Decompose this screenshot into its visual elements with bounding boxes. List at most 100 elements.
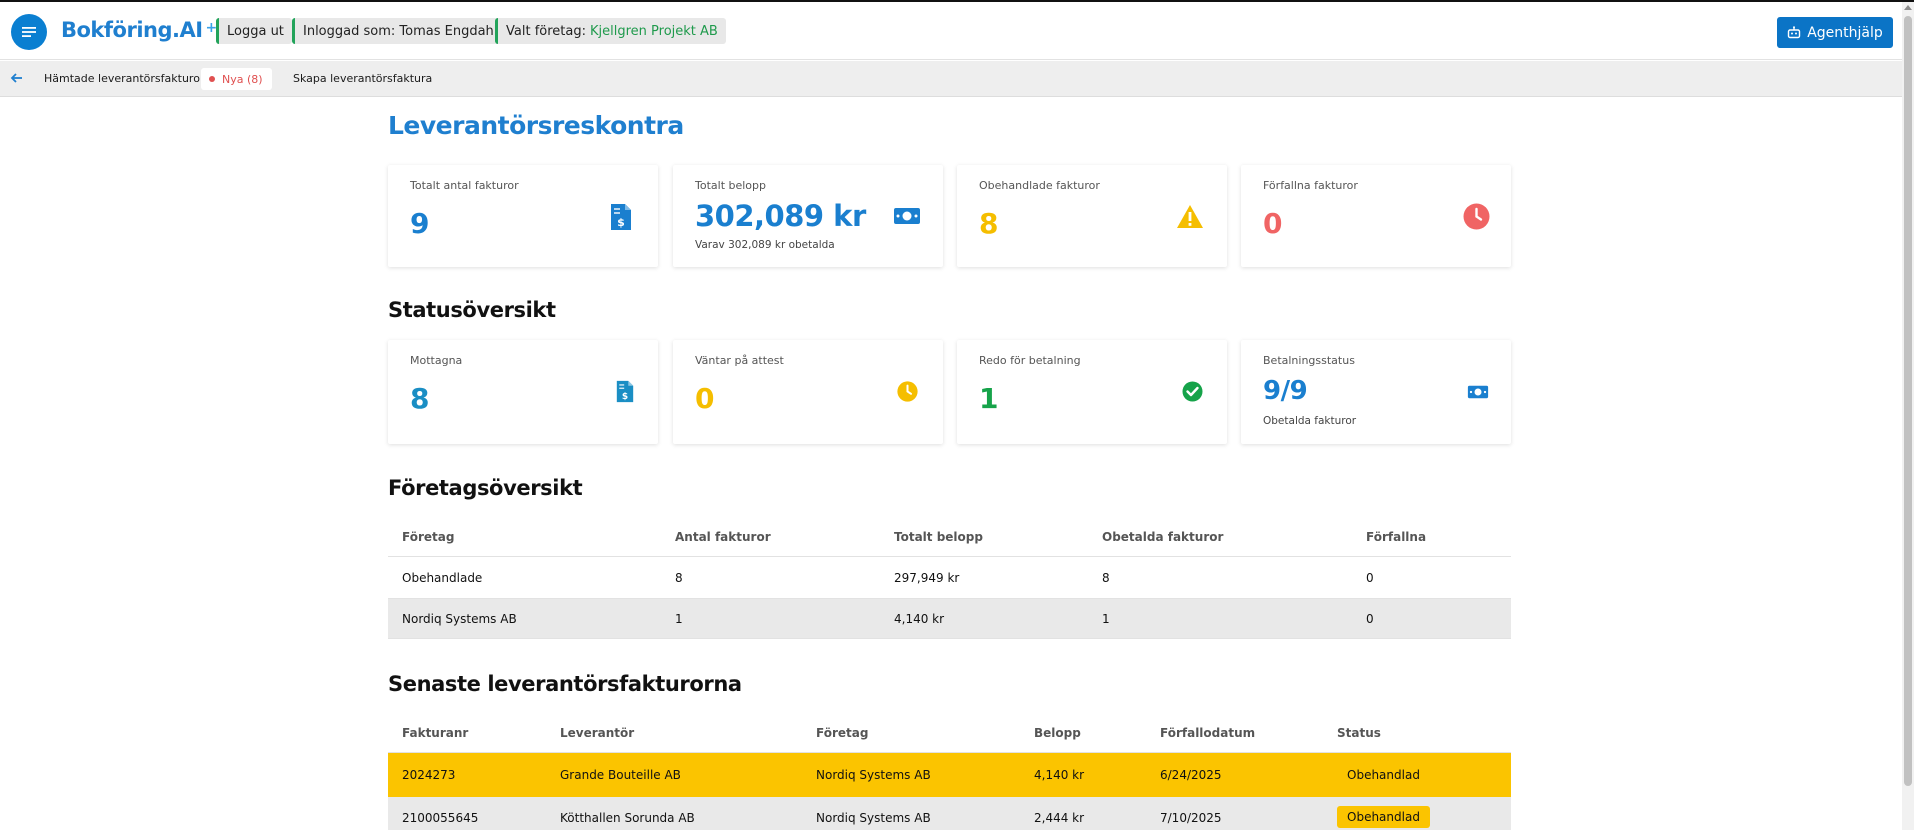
card-subtext: Varav 302,089 kr obetalda [695, 239, 835, 251]
recent-invoices-table: Fakturanr Leverantör Företag Belopp Förf… [388, 711, 1511, 830]
recent-invoices-title: Senaste leverantörsfakturorna [388, 672, 742, 696]
vertical-scrollbar[interactable] [1902, 2, 1914, 830]
arrow-left-icon [10, 73, 22, 83]
cell-supplier: Kötthallen Sorunda AB [560, 811, 695, 825]
svg-text:$: $ [622, 392, 628, 402]
company-overview-title: Företagsöversikt [388, 476, 583, 500]
cell-company: Nordiq Systems AB [816, 811, 931, 825]
column-header[interactable]: Obetalda fakturor [1102, 530, 1223, 544]
money-bill-icon [894, 208, 920, 224]
top-header: Bokföring.AI + Logga ut Inloggad som: Tom… [0, 2, 1902, 60]
card-label: Betalningsstatus [1263, 354, 1355, 367]
table-row[interactable]: 2100055645 Kötthallen Sorunda AB Nordiq … [388, 797, 1511, 830]
status-overview-title: Statusöversikt [388, 298, 556, 322]
agent-help-button[interactable]: Agenthjälp [1777, 17, 1893, 48]
brand-logo[interactable]: Bokföring.AI + [61, 18, 217, 42]
robot-icon [1788, 26, 1801, 39]
selected-company[interactable]: Valt företag: Kjellgren Projekt AB [495, 18, 726, 44]
cell-invoice-number: 2100055645 [402, 811, 479, 825]
card-value: 8 [979, 207, 998, 240]
cell-amount: 2,444 kr [1034, 811, 1085, 825]
sub-navigation: Hämtade leverantörsfakturor Nya (8) Skap… [0, 61, 1902, 97]
cell-due-date: 7/10/2025 [1160, 811, 1222, 825]
cell-amount: 4,140 kr [1034, 768, 1085, 782]
card-received: Mottagna 8 $ [388, 340, 658, 444]
table-header: Fakturanr Leverantör Företag Belopp Förf… [388, 711, 1511, 753]
cell-unpaid: 8 [1102, 571, 1110, 585]
card-label: Totalt belopp [695, 179, 767, 192]
column-header[interactable]: Belopp [1034, 726, 1081, 740]
cell-amount: 297,949 kr [894, 571, 960, 585]
cell-company: Obehandlade [402, 571, 483, 585]
column-header[interactable]: Leverantör [560, 726, 634, 740]
scrollbar-thumb[interactable] [1904, 16, 1912, 786]
cell-unpaid: 1 [1102, 612, 1110, 626]
column-header[interactable]: Förfallodatum [1160, 726, 1255, 740]
cell-overdue: 0 [1366, 612, 1374, 626]
status-dot-icon [209, 76, 215, 82]
card-overdue-invoices: Förfallna fakturor 0 [1241, 165, 1511, 267]
cell-count: 1 [675, 612, 683, 626]
column-header[interactable]: Status [1337, 726, 1381, 740]
status-badge: Obehandlad [1337, 806, 1430, 828]
warning-icon [1177, 205, 1203, 228]
cell-supplier: Grande Bouteille AB [560, 768, 681, 782]
company-overview-table: Företag Antal fakturor Totalt belopp Obe… [388, 515, 1511, 640]
card-value: 302,089 kr [695, 199, 866, 233]
logout-button[interactable]: Logga ut [216, 18, 292, 44]
card-value: 9/9 [1263, 376, 1308, 406]
card-ready-for-payment: Redo för betalning 1 [957, 340, 1227, 444]
column-header[interactable]: Förfallna [1366, 530, 1426, 544]
card-waiting-approval: Väntar på attest 0 [673, 340, 943, 444]
card-total-amount: Totalt belopp 302,089 kr Varav 302,089 k… [673, 165, 943, 267]
invoice-dollar-icon: $ [611, 204, 631, 230]
cell-company: Nordiq Systems AB [816, 768, 931, 782]
card-value: 0 [1263, 207, 1282, 240]
card-payment-status: Betalningsstatus 9/9 Obetalda fakturor [1241, 340, 1511, 444]
table-row[interactable]: Obehandlade 8 297,949 kr 8 0 [388, 557, 1511, 599]
cell-count: 8 [675, 571, 683, 585]
status-badge: Obehandlad [1337, 764, 1430, 786]
column-header[interactable]: Företag [816, 726, 868, 740]
scroll-up-arrow-icon[interactable] [1904, 5, 1912, 10]
card-label: Redo för betalning [979, 354, 1081, 367]
money-bill-icon [1467, 385, 1489, 399]
cell-amount: 4,140 kr [894, 612, 945, 626]
card-value: 9 [410, 207, 429, 240]
tab-create-invoice[interactable]: Skapa leverantörsfaktura [293, 72, 432, 85]
card-label: Totalt antal fakturor [410, 179, 519, 192]
invoice-dollar-icon: $ [616, 380, 634, 403]
cell-overdue: 0 [1366, 571, 1374, 585]
card-unprocessed-invoices: Obehandlade fakturor 8 [957, 165, 1227, 267]
table-row[interactable]: Nordiq Systems AB 1 4,140 kr 1 0 [388, 599, 1511, 639]
clock-icon [1463, 203, 1490, 230]
table-header: Företag Antal fakturor Totalt belopp Obe… [388, 515, 1511, 557]
card-label: Väntar på attest [695, 354, 784, 367]
card-total-invoices: Totalt antal fakturor 9 $ [388, 165, 658, 267]
menu-button[interactable] [11, 14, 47, 50]
logged-in-user: Inloggad som: Tomas Engdahl [292, 18, 506, 44]
card-label: Förfallna fakturor [1263, 179, 1358, 192]
hamburger-icon [22, 27, 36, 37]
svg-text:$: $ [617, 216, 625, 229]
card-value: 0 [695, 382, 714, 415]
card-value: 1 [979, 382, 998, 415]
card-label: Obehandlade fakturor [979, 179, 1100, 192]
column-header[interactable]: Fakturanr [402, 726, 468, 740]
card-value: 8 [410, 382, 429, 415]
column-header[interactable]: Företag [402, 530, 454, 544]
cell-company: Nordiq Systems AB [402, 612, 517, 626]
tab-fetched-invoices[interactable]: Hämtade leverantörsfakturor [44, 72, 204, 85]
table-row[interactable]: 2024273 Grande Bouteille AB Nordiq Syste… [388, 753, 1511, 797]
column-header[interactable]: Totalt belopp [894, 530, 983, 544]
check-circle-icon [1182, 381, 1203, 402]
card-label: Mottagna [410, 354, 463, 367]
cell-due-date: 6/24/2025 [1160, 768, 1222, 782]
card-subtext: Obetalda fakturor [1263, 415, 1357, 427]
clock-icon [897, 381, 918, 402]
back-button[interactable] [10, 70, 24, 89]
cell-invoice-number: 2024273 [402, 768, 456, 782]
new-invoices-badge[interactable]: Nya (8) [201, 68, 272, 90]
column-header[interactable]: Antal fakturor [675, 530, 771, 544]
page-title: Leverantörsreskontra [388, 111, 684, 140]
